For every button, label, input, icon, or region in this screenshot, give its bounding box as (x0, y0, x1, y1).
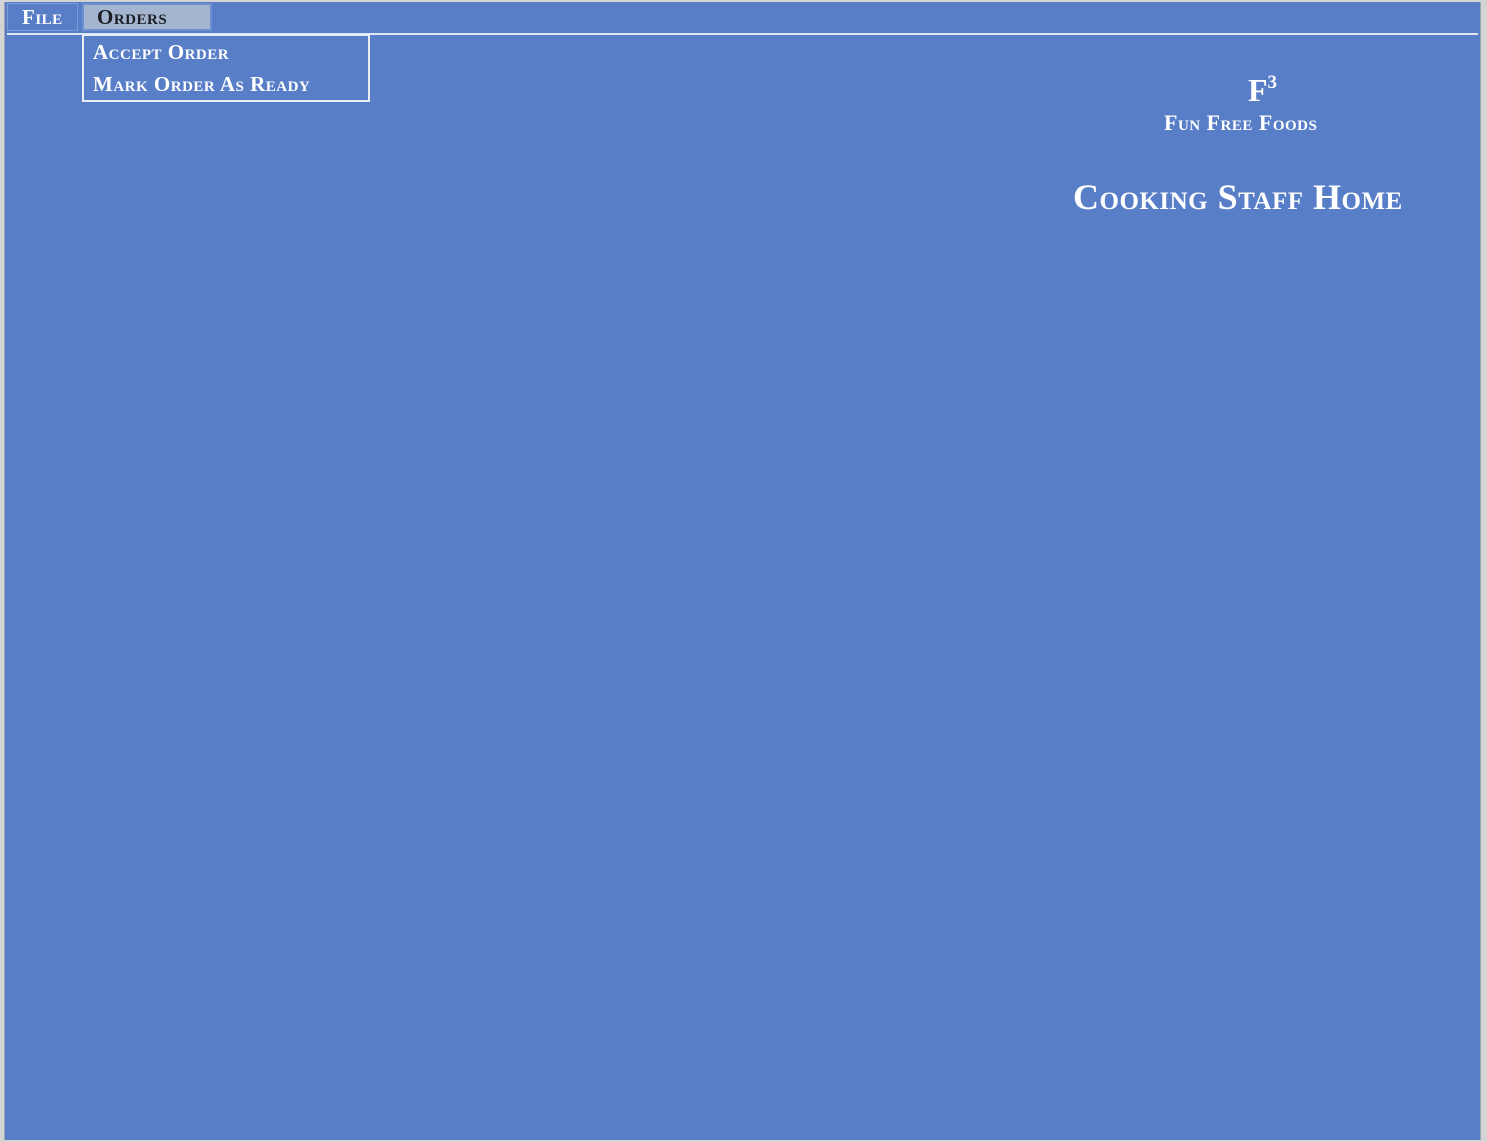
menubar: File Orders (5, 2, 1480, 33)
orders-menu[interactable]: Orders (82, 3, 212, 31)
brand-name: Fun Free Foods (1164, 110, 1318, 135)
accept-order-menu-item[interactable]: Accept Order (93, 40, 229, 65)
brand-logo: F3 (1248, 72, 1277, 109)
file-menu[interactable]: File (7, 3, 78, 31)
mark-order-ready-menu-item[interactable]: Mark Order As Ready (93, 72, 310, 97)
brand-logo-letter: F (1248, 72, 1268, 108)
orders-dropdown: Accept Order Mark Order As Ready (82, 34, 370, 102)
page-title: Cooking Staff Home (1073, 177, 1403, 217)
app-window: File Orders Accept Order Mark Order As R… (4, 2, 1481, 1140)
brand-logo-exponent: 3 (1267, 72, 1278, 93)
